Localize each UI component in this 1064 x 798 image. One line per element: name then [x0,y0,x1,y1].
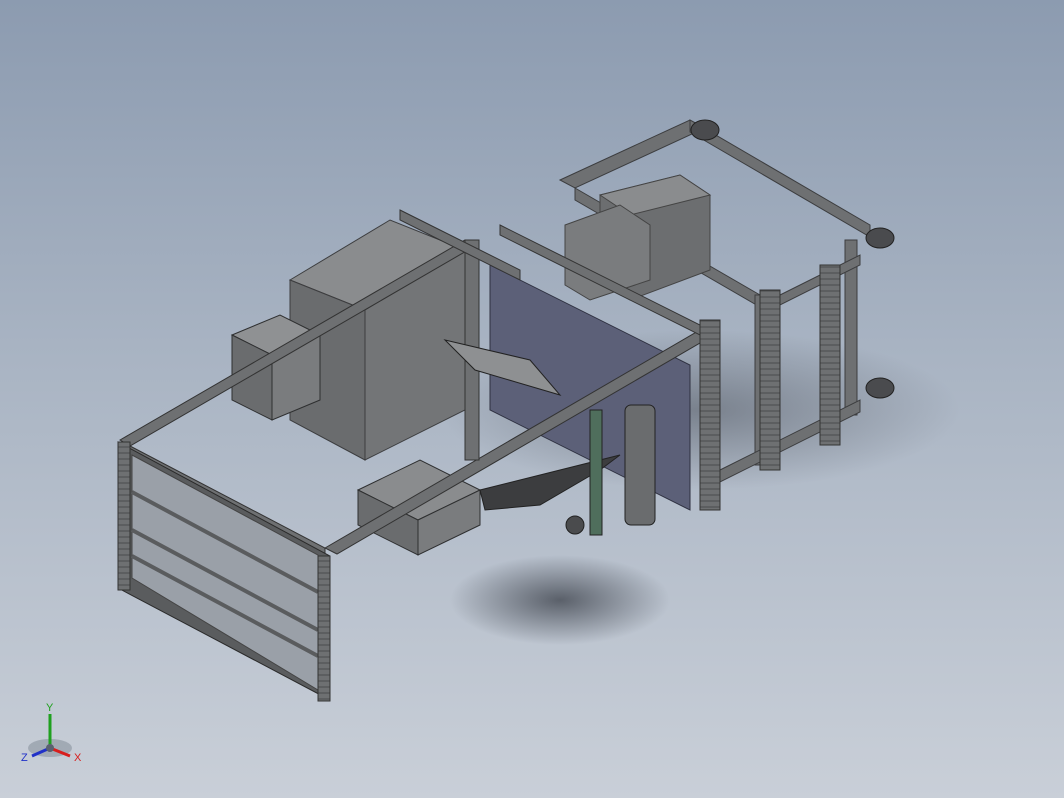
z-axis-label: Z [21,752,28,764]
ground-shadow [450,555,670,645]
triad-origin-icon [46,744,54,752]
rear-upright-post [759,289,781,471]
rear-enclosure-box [564,174,712,301]
assembly-model-view[interactable] [0,0,1064,798]
rear-upright-post [819,264,841,446]
cad-graphics-viewport[interactable]: Y X Z [0,0,1064,798]
y-axis-label: Y [46,702,54,714]
x-axis-label: X [74,752,82,764]
coordinate-triad: Y X Z [21,702,82,764]
front-window-frame [117,441,331,702]
front-upright-post [699,319,721,511]
